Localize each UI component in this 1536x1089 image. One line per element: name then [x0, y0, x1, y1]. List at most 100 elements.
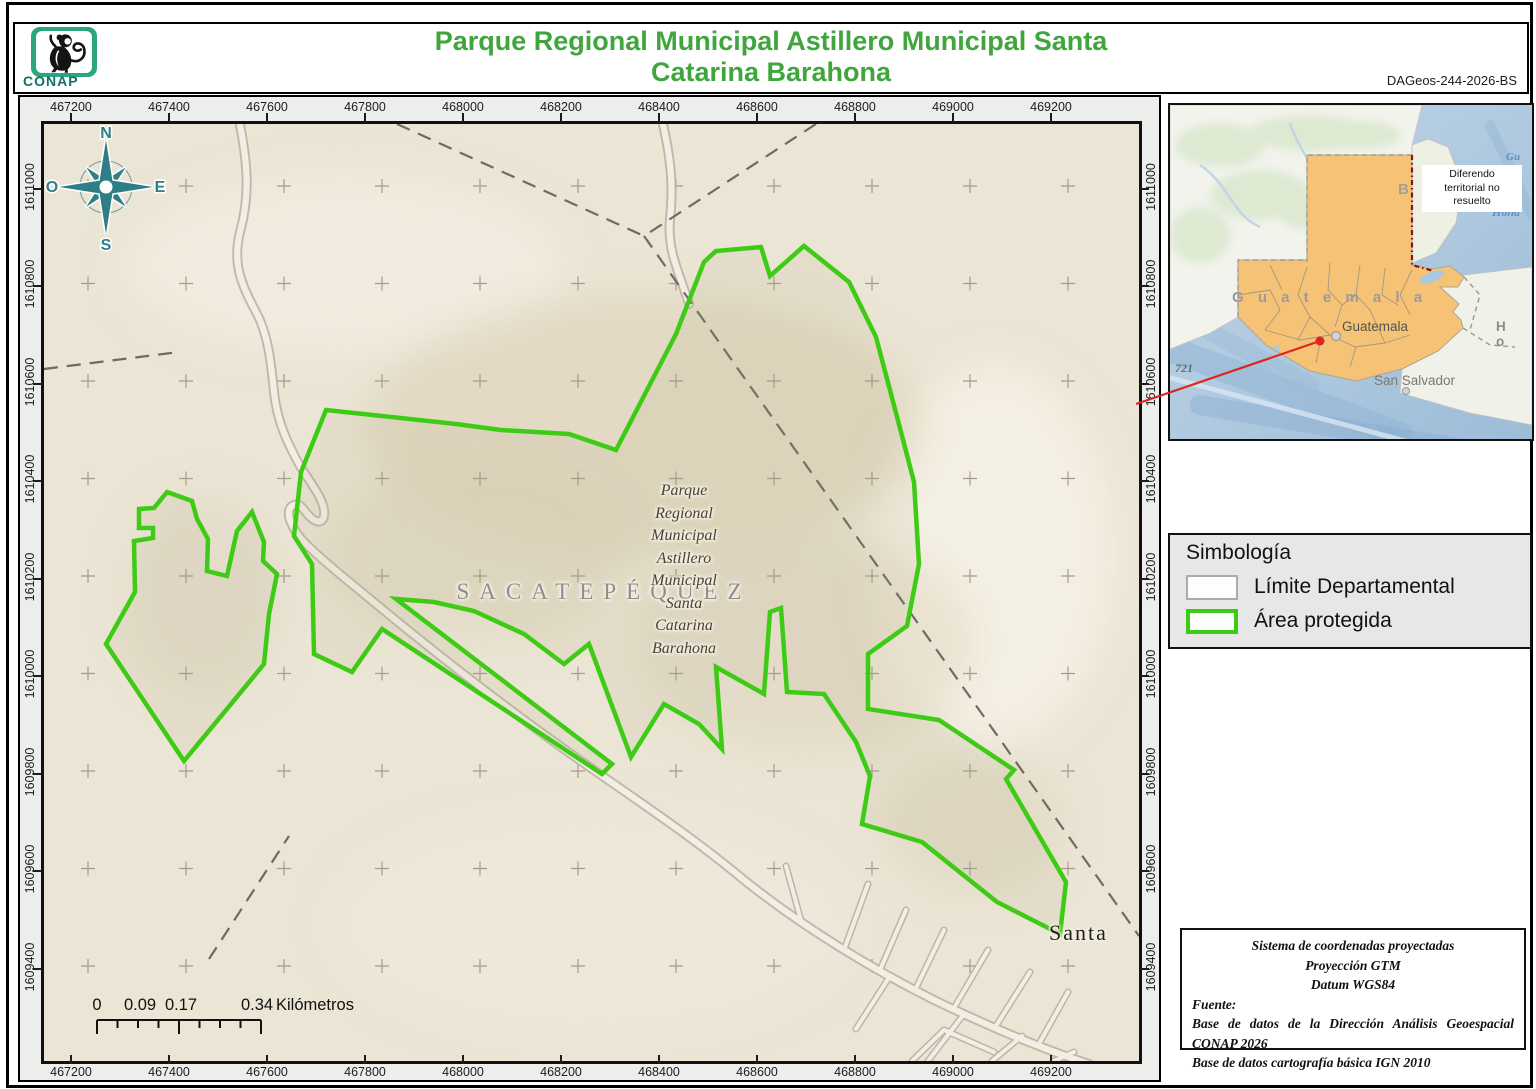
source-line-2: Base de datos cartografía básica IGN 201…	[1192, 1053, 1514, 1073]
y-axis-label-right: 1609800	[1144, 738, 1158, 806]
inset-san-salvador-label: San Salvador	[1374, 373, 1455, 388]
credits-box: Sistema de coordenadas proyectadas Proye…	[1180, 928, 1526, 1050]
datum-line: Datum WGS84	[1192, 975, 1514, 995]
projection-line: Proyección GTM	[1192, 956, 1514, 976]
x-axis-tick	[1050, 1055, 1052, 1064]
inset-gulf-partial-label-1: Gu	[1506, 151, 1520, 163]
x-axis-tick	[952, 1055, 954, 1064]
x-axis-tick	[658, 113, 660, 122]
y-axis-label-left: 1610600	[23, 348, 37, 416]
svg-text:0.34: 0.34	[241, 996, 273, 1014]
y-axis-label-left: 1610000	[23, 640, 37, 708]
y-axis-label-right: 1611000	[1144, 153, 1158, 221]
legend: Simbología Límite Departamental Área pro…	[1168, 533, 1532, 649]
y-axis-tick	[1140, 675, 1149, 677]
x-axis-label-top: 468200	[527, 100, 595, 114]
y-axis-label-right: 1610000	[1144, 640, 1158, 708]
y-axis-label-right: 1609400	[1144, 933, 1158, 1001]
x-axis-label-bottom: 468200	[527, 1065, 595, 1079]
x-axis-label-top: 468600	[723, 100, 791, 114]
y-axis-tick	[33, 675, 42, 677]
svg-text:0.09: 0.09	[124, 996, 156, 1014]
y-axis-tick	[33, 285, 42, 287]
scale-bar-labels: 0 0.09 0.17 0.34 Kilómetros	[92, 996, 354, 1014]
y-axis-label-right: 1609600	[1144, 835, 1158, 903]
y-axis-tick	[33, 968, 42, 970]
x-axis-label-top: 469200	[1017, 100, 1085, 114]
source-line-1: Base de datos de la Dirección Análisis G…	[1192, 1014, 1514, 1053]
crs-line: Sistema de coordenadas proyectadas	[1192, 936, 1514, 956]
y-axis-label-left: 1609600	[23, 835, 37, 903]
inset-territorial-note: Diferendo territorial no resuelto	[1422, 165, 1522, 212]
y-axis-tick	[1140, 968, 1149, 970]
inset-road-number: 721	[1175, 361, 1193, 376]
inset-locator-map: G u a t e m a l a Guatemala San Salvador…	[1168, 103, 1534, 441]
x-axis-label-bottom: 468400	[625, 1065, 693, 1079]
inset-city-dot	[1332, 332, 1341, 341]
park-name-line: Santa	[604, 593, 764, 616]
x-axis-label-top: 467800	[331, 100, 399, 114]
y-axis-tick	[1140, 773, 1149, 775]
map-title-line2: Catarina Barahona	[215, 57, 1327, 88]
x-axis-tick	[756, 1055, 758, 1064]
inset-sansalvador-dot	[1403, 388, 1410, 395]
x-axis-tick	[70, 1055, 72, 1064]
y-axis-label-left: 1609400	[23, 933, 37, 1001]
inset-map-graphic	[1170, 105, 1532, 439]
x-axis-label-top: 467400	[135, 100, 203, 114]
y-axis-tick	[1140, 188, 1149, 190]
x-axis-tick	[266, 1055, 268, 1064]
y-axis-label-left: 1610800	[23, 250, 37, 318]
park-name-label: ParqueRegionalMunicipalAstilleroMunicipa…	[604, 480, 764, 660]
map-band: 0 0.09 0.17 0.34 Kilómetros N	[18, 95, 1161, 1082]
x-axis-tick	[854, 113, 856, 122]
x-axis-tick	[756, 113, 758, 122]
svg-text:Kilómetros: Kilómetros	[276, 996, 354, 1014]
map-title-line1: Parque Regional Municipal Astillero Muni…	[215, 26, 1327, 57]
map-canvas: 0 0.09 0.17 0.34 Kilómetros N	[41, 121, 1142, 1064]
compass-n-label: N	[100, 125, 112, 142]
header: CONAP Parque Regional Municipal Astiller…	[13, 22, 1529, 94]
x-axis-label-bottom: 467400	[135, 1065, 203, 1079]
x-axis-tick	[560, 1055, 562, 1064]
x-axis-tick	[462, 1055, 464, 1064]
conap-logo	[31, 27, 97, 77]
y-axis-label-left: 1610400	[23, 445, 37, 513]
x-axis-label-bottom: 469000	[919, 1065, 987, 1079]
map-sheet: CONAP Parque Regional Municipal Astiller…	[0, 0, 1536, 1089]
compass-s-label: S	[101, 237, 112, 254]
compass-e-label: E	[155, 179, 166, 196]
y-axis-tick	[33, 773, 42, 775]
legend-title: Simbología	[1186, 541, 1291, 565]
y-axis-label-right: 1610200	[1144, 543, 1158, 611]
x-axis-label-bottom: 467800	[331, 1065, 399, 1079]
y-axis-label-left: 1610200	[23, 543, 37, 611]
x-axis-tick	[854, 1055, 856, 1064]
y-axis-label-right: 1610600	[1144, 348, 1158, 416]
x-axis-label-top: 469000	[919, 100, 987, 114]
x-axis-tick	[1050, 113, 1052, 122]
conap-wordmark: CONAP	[23, 73, 103, 89]
scale-bar	[97, 1020, 261, 1034]
inset-country-label: G u a t e m a l a	[1232, 289, 1427, 306]
compass-o-label: O	[46, 179, 58, 196]
conap-monkey-icon	[36, 31, 92, 73]
x-axis-tick	[70, 113, 72, 122]
document-code: DAGeos-244-2026-BS	[1387, 73, 1517, 88]
x-axis-label-bottom: 468800	[821, 1065, 889, 1079]
town-label: Santa	[1049, 920, 1108, 946]
park-name-line: Parque	[604, 480, 764, 503]
y-axis-tick	[33, 480, 42, 482]
y-axis-label-left: 1609800	[23, 738, 37, 806]
inset-belize-partial-label: B	[1398, 181, 1412, 198]
x-axis-label-top: 467600	[233, 100, 301, 114]
x-axis-tick	[560, 113, 562, 122]
conap-logo-frame	[36, 31, 92, 73]
source-heading: Fuente:	[1192, 995, 1514, 1015]
x-axis-label-bottom: 468000	[429, 1065, 497, 1079]
y-axis-tick	[1140, 285, 1149, 287]
x-axis-label-bottom: 467200	[37, 1065, 105, 1079]
x-axis-tick	[658, 1055, 660, 1064]
x-axis-tick	[266, 113, 268, 122]
x-axis-tick	[168, 1055, 170, 1064]
